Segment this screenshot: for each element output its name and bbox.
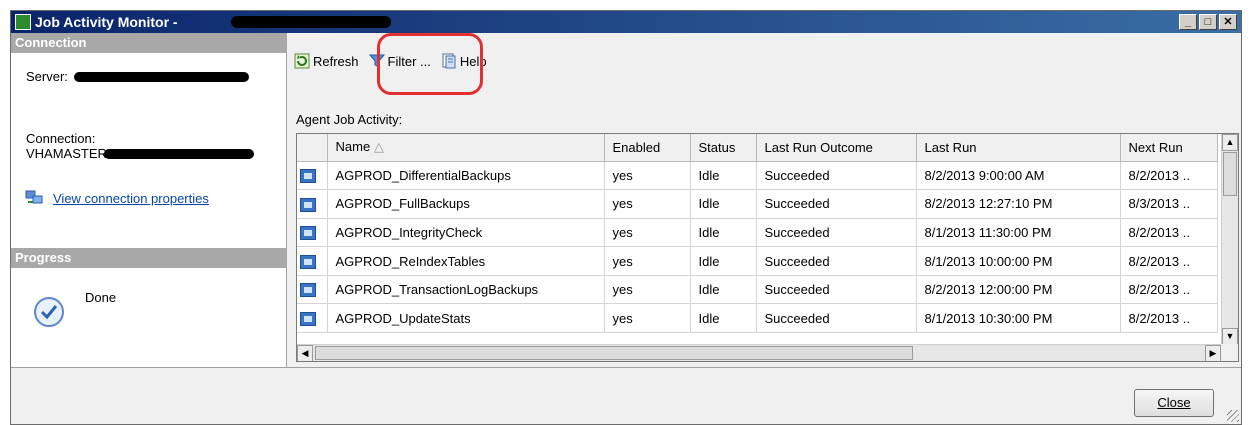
horizontal-scrollbar[interactable]: ◀ ▶ [297, 344, 1223, 361]
job-name: AGPROD_IntegrityCheck [327, 218, 605, 248]
app-icon [15, 14, 31, 30]
column-header-enabled[interactable]: Enabled [604, 134, 691, 162]
job-last-run: 8/2/2013 12:00:00 PM [916, 275, 1121, 305]
job-outcome: Succeeded [756, 161, 917, 191]
job-enabled: yes [604, 218, 691, 248]
job-icon [300, 226, 316, 241]
job-activity-grid[interactable]: Name △ Enabled Status Last Run Outcome L… [296, 133, 1239, 362]
job-name: AGPROD_DifferentialBackups [327, 161, 605, 191]
job-status: Idle [690, 275, 757, 305]
job-outcome: Succeeded [756, 218, 917, 248]
job-outcome: Succeeded [756, 303, 917, 334]
job-name: AGPROD_ReIndexTables [327, 246, 605, 276]
job-enabled: yes [604, 275, 691, 305]
table-row[interactable]: AGPROD_ReIndexTables yes Idle Succeeded … [297, 246, 1218, 276]
table-row[interactable]: AGPROD_TransactionLogBackups yes Idle Su… [297, 275, 1218, 305]
redacted-connection [104, 149, 254, 159]
table-row[interactable]: AGPROD_FullBackups yes Idle Succeeded 8/… [297, 189, 1218, 219]
scroll-right-icon[interactable]: ▶ [1205, 345, 1221, 361]
table-row[interactable]: AGPROD_UpdateStats yes Idle Succeeded 8/… [297, 303, 1218, 334]
table-header-row: Name △ Enabled Status Last Run Outcome L… [297, 134, 1218, 162]
job-outcome: Succeeded [756, 246, 917, 276]
minimize-button[interactable]: _ [1179, 14, 1197, 30]
job-icon [300, 283, 316, 298]
job-enabled: yes [604, 246, 691, 276]
scroll-up-icon[interactable]: ▲ [1222, 134, 1238, 151]
job-last-run: 8/1/2013 10:30:00 PM [916, 303, 1121, 334]
connection-value: VHAMASTER [26, 146, 107, 161]
close-button[interactable]: Close [1134, 389, 1214, 417]
scroll-left-icon[interactable]: ◀ [297, 345, 313, 361]
job-enabled: yes [604, 303, 691, 334]
horizontal-scroll-thumb[interactable] [315, 346, 913, 360]
job-next-run: 8/2/2013 .. [1120, 275, 1218, 305]
refresh-button[interactable]: Refresh [291, 51, 362, 71]
progress-status: Done [85, 290, 117, 305]
footer-divider [11, 367, 1241, 368]
table-row[interactable]: AGPROD_DifferentialBackups yes Idle Succ… [297, 161, 1218, 191]
job-enabled: yes [604, 161, 691, 191]
refresh-label: Refresh [313, 53, 359, 69]
column-header-status[interactable]: Status [690, 134, 757, 162]
job-icon [300, 254, 316, 269]
vertical-scroll-thumb[interactable] [1223, 152, 1237, 196]
maximize-button[interactable]: □ [1199, 14, 1217, 30]
agent-job-activity-label: Agent Job Activity: [296, 112, 403, 127]
connection-label: Connection: [26, 131, 96, 146]
redacted-server [74, 72, 249, 82]
job-outcome: Succeeded [756, 275, 917, 305]
job-icon [300, 312, 316, 327]
table-row[interactable]: AGPROD_IntegrityCheck yes Idle Succeeded… [297, 218, 1218, 248]
view-connection-properties-link[interactable]: View connection properties [53, 191, 209, 206]
checkmark-done-icon [34, 297, 64, 327]
job-status: Idle [690, 246, 757, 276]
filter-highlight-annotation [377, 33, 483, 95]
column-header-name[interactable]: Name △ [327, 134, 605, 162]
job-last-run: 8/2/2013 12:27:10 PM [916, 189, 1121, 219]
job-status: Idle [690, 189, 757, 219]
connection-header: Connection [11, 33, 287, 53]
job-next-run: 8/2/2013 .. [1120, 303, 1218, 334]
job-icon [300, 197, 316, 212]
icon-column-header [297, 134, 328, 162]
vertical-scrollbar[interactable]: ▲ ▼ [1221, 134, 1238, 345]
title-bar[interactable]: Job Activity Monitor - _ □ ✕ [11, 11, 1241, 33]
job-icon [300, 169, 316, 184]
sort-ascending-icon: △ [373, 139, 384, 155]
job-enabled: yes [604, 189, 691, 219]
left-pane: Connection Server: Connection: VHAMASTER… [11, 33, 287, 367]
job-status: Idle [690, 218, 757, 248]
job-name: AGPROD_UpdateStats [327, 303, 605, 334]
job-status: Idle [690, 161, 757, 191]
job-last-run: 8/1/2013 11:30:00 PM [916, 218, 1121, 248]
scroll-down-icon[interactable]: ▼ [1222, 328, 1238, 345]
job-name: AGPROD_FullBackups [327, 189, 605, 219]
job-name: AGPROD_TransactionLogBackups [327, 275, 605, 305]
resize-grip-icon[interactable] [1227, 410, 1239, 422]
scrollbar-corner [1221, 344, 1238, 361]
progress-header: Progress [11, 248, 287, 268]
job-activity-monitor-window: Job Activity Monitor - _ □ ✕ Connection … [10, 10, 1242, 425]
refresh-icon [294, 53, 310, 69]
job-next-run: 8/2/2013 .. [1120, 161, 1218, 191]
job-last-run: 8/1/2013 10:00:00 PM [916, 246, 1121, 276]
job-outcome: Succeeded [756, 189, 917, 219]
server-label: Server: [26, 69, 68, 84]
connection-properties-icon [25, 190, 43, 204]
job-next-run: 8/2/2013 .. [1120, 218, 1218, 248]
redacted-server-name [231, 16, 391, 28]
column-header-next-run[interactable]: Next Run [1120, 134, 1218, 162]
job-last-run: 8/2/2013 9:00:00 AM [916, 161, 1121, 191]
job-table: Name △ Enabled Status Last Run Outcome L… [297, 134, 1218, 334]
job-next-run: 8/2/2013 .. [1120, 246, 1218, 276]
column-header-last-run-outcome[interactable]: Last Run Outcome [756, 134, 917, 162]
job-status: Idle [690, 303, 757, 334]
column-header-last-run[interactable]: Last Run [916, 134, 1121, 162]
window-title: Job Activity Monitor - [35, 14, 178, 30]
close-window-button[interactable]: ✕ [1219, 14, 1237, 30]
job-next-run: 8/3/2013 .. [1120, 189, 1218, 219]
